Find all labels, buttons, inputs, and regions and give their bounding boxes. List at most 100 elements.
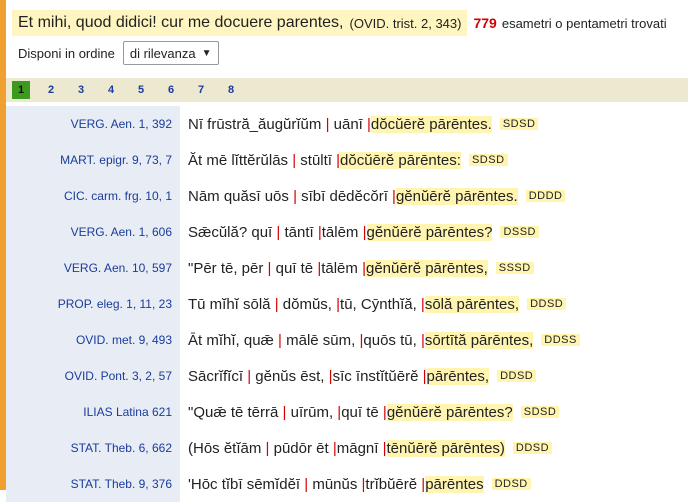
result-reference-link[interactable]: OVID. met. 9, 493	[6, 322, 180, 358]
result-row: MART. epigr. 9, 73, 7 Ăt mē lĭttĕrŭlās | …	[6, 142, 688, 178]
verse-text: "Quǣ tē tērrā	[188, 403, 283, 421]
verse-text: gĕnŭs ēst,	[251, 367, 329, 385]
verse-text: quōs tū,	[363, 331, 421, 349]
query-verse: Et mihi, quod didici! cur me docuere par…	[12, 10, 468, 36]
verse-text: tālēm	[321, 259, 363, 277]
verse-text: dŏmŭs,	[278, 295, 337, 313]
meter-scheme: DDSD	[497, 370, 537, 382]
verse-text: (Hōs ĕtĭām	[188, 439, 266, 457]
meter-scheme: SDSD	[520, 406, 560, 418]
result-row: CIC. carm. frg. 10, 1 Nām quăsī uōs | sīb…	[6, 178, 688, 214]
meter-scheme: SDSD	[499, 118, 539, 130]
query-reference: (OVID. trist. 2, 343)	[349, 15, 462, 31]
query-text: Et mihi, quod didici! cur me docuere par…	[18, 14, 344, 31]
result-reference-link[interactable]: OVID. Pont. 3, 2, 57	[6, 358, 180, 394]
verse-text: uānī	[329, 115, 367, 133]
page-link-8[interactable]: 8	[222, 81, 240, 99]
verse-text: tālēm	[321, 223, 363, 241]
result-row: PROP. eleg. 1, 11, 23 Tū mĭhĭ sōlă | dŏmŭ…	[6, 286, 688, 322]
meter-scheme: SDSD	[468, 154, 508, 166]
verse-text: pūdōr ēt	[269, 439, 333, 457]
results-table: VERG. Aen. 1, 392 Nī frūstrā̆_ăugŭrĭŭm | …	[6, 106, 688, 502]
result-reference-link[interactable]: VERG. Aen. 1, 392	[6, 106, 180, 142]
result-reference-link[interactable]: MART. epigr. 9, 73, 7	[6, 142, 180, 178]
sort-label: Disponi in ordine	[18, 45, 115, 61]
result-verse: Sǣcŭlă? quī | tāntī | tālēm | gĕnŭērĕ pā…	[180, 214, 688, 250]
verse-text: tāntī	[280, 223, 318, 241]
result-count: 779	[473, 15, 497, 31]
result-verse: (Hōs ĕtĭām | pūdōr ēt | māgnī | tēnŭērĕ …	[180, 430, 688, 466]
sort-selected-value: di rilevanza	[129, 45, 196, 61]
verse-text: uīrūm,	[286, 403, 338, 421]
verse-match-highlight: dŏcŭērĕ pārēntes.	[370, 115, 492, 133]
result-row: ILIAS Latina 621 "Quǣ tē tērrā | uīrūm, |…	[6, 394, 688, 430]
result-verse: Nī frūstrā̆_ăugŭrĭŭm | uānī | dŏcŭērĕ pā…	[180, 106, 688, 142]
page-link-2[interactable]: 2	[42, 81, 60, 99]
result-verse: 'Hōc tĭbī sēmĭdĕī | mūnŭs | trĭbŭērĕ | p…	[180, 466, 688, 502]
meter-scheme: DDDD	[525, 190, 566, 202]
verse-text: Nām quăsī uōs	[188, 187, 294, 205]
verse-text: Nī frūstrā̆_ăugŭrĭŭm	[188, 115, 326, 133]
result-verse: Ăt mē lĭttĕrŭlās | stūltī | dŏcŭērĕ pārē…	[180, 142, 688, 178]
result-row: VERG. Aen. 1, 606 Sǣcŭlă? quī | tāntī | t…	[6, 214, 688, 250]
result-row: OVID. met. 9, 493 Āt mĭhĭ, quǣ | mālē sūm…	[6, 322, 688, 358]
result-row: VERG. Aen. 10, 597 "Pēr tē, pēr | quī tē …	[6, 250, 688, 286]
meter-scheme: DDSD	[527, 298, 567, 310]
result-row: VERG. Aen. 1, 392 Nī frūstrā̆_ăugŭrĭŭm | …	[6, 106, 688, 142]
verse-text: stūltī	[296, 151, 337, 169]
query-header: Et mihi, quod didici! cur me docuere par…	[12, 10, 667, 36]
result-verse: Āt mĭhĭ, quǣ | mālē sūm, | quōs tū, | sō…	[180, 322, 688, 358]
verse-text: sībī dēdĕcŏrī	[296, 187, 393, 205]
result-reference-link[interactable]: ILIAS Latina 621	[6, 394, 180, 430]
result-reference-link[interactable]: CIC. carm. frg. 10, 1	[6, 178, 180, 214]
verse-text: quī tē	[271, 259, 318, 277]
verse-match-highlight: gĕnŭērĕ pārēntes?	[386, 403, 513, 421]
result-verse: Tū mĭhĭ sōlă | dŏmŭs, | tū, Cȳnthĭă, | s…	[180, 286, 688, 322]
verse-match-highlight: gĕnŭērĕ pārēntes.	[395, 187, 518, 205]
result-reference-link[interactable]: VERG. Aen. 1, 606	[6, 214, 180, 250]
page-link-3[interactable]: 3	[72, 81, 90, 99]
result-verse: "Quǣ tē tērrā | uīrūm, | quī tē | gĕnŭēr…	[180, 394, 688, 430]
result-verse: Nām quăsī uōs | sībī dēdĕcŏrī | gĕnŭērĕ …	[180, 178, 688, 214]
result-reference-link[interactable]: VERG. Aen. 10, 597	[6, 250, 180, 286]
result-reference-link[interactable]: STAT. Theb. 9, 376	[6, 466, 180, 502]
meter-scheme: DDSS	[541, 334, 580, 346]
chevron-down-icon: ▼	[201, 47, 212, 59]
meter-scheme: DSSD	[500, 226, 539, 238]
page-link-5[interactable]: 5	[132, 81, 150, 99]
page-link-7[interactable]: 7	[192, 81, 210, 99]
verse-text: tū, Cȳnthĭă,	[340, 295, 421, 313]
verse-match-highlight: pārēntes,	[426, 367, 490, 385]
result-verse: "Pēr tē, pēr | quī tē | tālēm | gĕnŭērĕ …	[180, 250, 688, 286]
verse-text: Tū mĭhĭ sōlă	[188, 295, 275, 313]
page-link-1[interactable]: 1	[12, 81, 30, 99]
verse-text: Sǣcŭlă? quī	[188, 223, 277, 241]
result-reference-link[interactable]: PROP. eleg. 1, 11, 23	[6, 286, 180, 322]
result-row: STAT. Theb. 9, 376 'Hōc tĭbī sēmĭdĕī | mū…	[6, 466, 688, 502]
pagination: 1 2 3 4 5 6 7 8	[6, 78, 688, 102]
verse-match-highlight: gĕnŭērĕ pārēntes,	[365, 259, 488, 277]
verse-text: Sācrĭfĭcī	[188, 367, 248, 385]
verse-match-highlight: sōlă pārēntes,	[424, 295, 520, 313]
verse-match-highlight: dŏcŭērĕ pārēntes:	[340, 151, 461, 169]
verse-text: mālē sūm,	[281, 331, 360, 349]
page-link-4[interactable]: 4	[102, 81, 120, 99]
verse-text: "Pēr tē, pēr	[188, 259, 268, 277]
verse-match-highlight: sōrtītă pārēntes,	[424, 331, 534, 349]
result-row: STAT. Theb. 6, 662 (Hōs ĕtĭām | pūdōr ēt …	[6, 430, 688, 466]
verse-text: quī tē	[341, 403, 383, 421]
page-link-6[interactable]: 6	[162, 81, 180, 99]
sort-row: Disponi in ordine di rilevanza ▼	[18, 41, 219, 65]
result-verse: Sācrĭfĭcī | gĕnŭs ēst, | sīc īnstĭtŭērĕ …	[180, 358, 688, 394]
meter-scheme: DDSD	[512, 442, 553, 454]
result-reference-link[interactable]: STAT. Theb. 6, 662	[6, 430, 180, 466]
sort-select[interactable]: di rilevanza ▼	[122, 41, 219, 65]
meter-scheme: DDSD	[491, 478, 531, 490]
verse-text: Ăt mē lĭttĕrŭlās	[188, 151, 293, 169]
verse-match-highlight: tēnŭērĕ pārēntes)	[386, 439, 505, 457]
verse-text: māgnī	[336, 439, 383, 457]
verse-text: Āt mĭhĭ, quǣ	[188, 331, 279, 349]
meter-scheme: SSSD	[495, 262, 534, 274]
result-row: OVID. Pont. 3, 2, 57 Sācrĭfĭcī | gĕnŭs ēs…	[6, 358, 688, 394]
verse-text: sīc īnstĭtŭērĕ	[332, 367, 423, 385]
